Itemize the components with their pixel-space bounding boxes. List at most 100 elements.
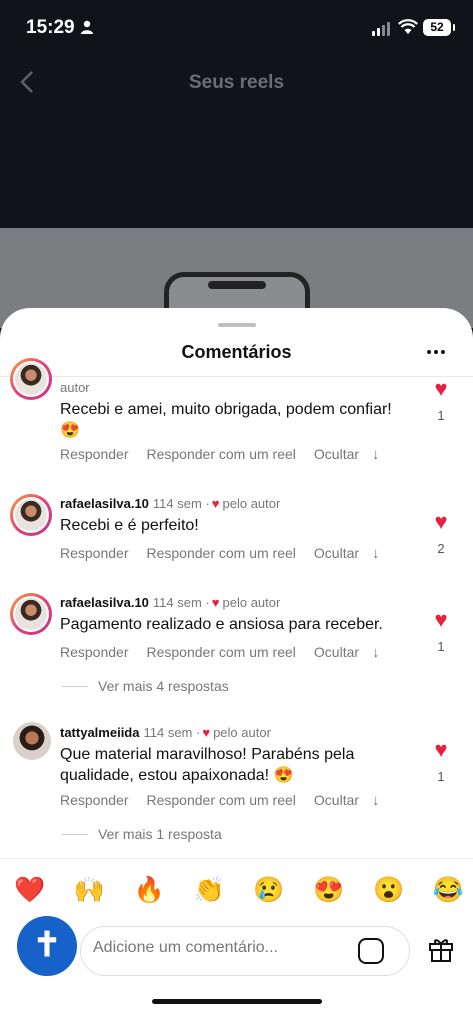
comment-actions: Responder Responder com um reel Ocultar … — [60, 545, 398, 562]
battery-indicator: 52 — [423, 19, 455, 36]
comment-meta: rafaelasilva.10 114 sem · ♥ pelo autor — [60, 595, 280, 610]
author-label: pelo autor — [222, 496, 281, 511]
reply-button[interactable]: Responder — [60, 644, 129, 661]
like-count: 1 — [437, 769, 445, 784]
emoji-fire[interactable]: 🔥 — [134, 876, 165, 905]
emoji-clap[interactable]: 👏 — [193, 876, 224, 905]
divider — [0, 858, 473, 859]
hide-button[interactable]: Ocultar — [314, 545, 359, 562]
avatar[interactable] — [10, 593, 52, 635]
reply-reel-button[interactable]: Responder com um reel — [147, 644, 296, 661]
emoji-heart[interactable]: ❤️ — [14, 876, 45, 905]
comment-text: Que material maravilhoso! Parabéns pela q… — [60, 744, 410, 786]
separator: · — [205, 496, 210, 511]
emoji-bar: ❤️ 🙌 🔥 👏 😢 😍 😮 😂 — [14, 876, 464, 905]
like-button[interactable]: ♥ 2 — [428, 511, 454, 557]
like-button[interactable]: ♥ 1 — [428, 609, 454, 655]
comment-time: 114 sem — [152, 496, 202, 511]
hide-button[interactable]: Ocultar — [314, 644, 359, 661]
comment-text: Pagamento realizado e ansiosa para receb… — [60, 616, 383, 633]
status-bar: 15:29 52 — [0, 0, 473, 58]
avatar[interactable] — [13, 722, 51, 760]
reply-button[interactable]: Responder — [60, 446, 129, 463]
user-avatar: ✝ — [17, 916, 77, 976]
sheet-handle[interactable] — [218, 323, 256, 327]
heart-icon: ♥ — [211, 595, 220, 610]
heart-icon[interactable]: ♥ — [428, 378, 454, 400]
like-count: 1 — [437, 639, 445, 654]
page-title: Seus reels — [188, 72, 285, 93]
wifi-icon — [398, 19, 418, 34]
comment-time: 114 sem — [152, 595, 202, 610]
avatar[interactable] — [10, 358, 52, 400]
comment-meta: rafaelasilva.10 114 sem · ♥ pelo autor — [60, 496, 280, 511]
comments-sheet: Comentários autor Recebi e amei, muito o… — [0, 308, 473, 1024]
comment-username[interactable]: tattyalmeiida — [60, 725, 139, 740]
reply-reel-button[interactable]: Responder com um reel — [147, 545, 296, 562]
view-more-replies-label[interactable]: Ver mais 1 resposta — [98, 826, 222, 842]
separator: · — [196, 725, 201, 740]
thumbnail-notch — [208, 281, 266, 289]
comment-text-line: Recebi e amei, muito obrigada, podem con… — [60, 401, 392, 418]
arrow-down-icon[interactable]: ↓ — [372, 545, 380, 562]
comment-text-line: qualidade, estou apaixonada! 😍 — [60, 767, 294, 784]
more-options-icon[interactable] — [427, 350, 445, 354]
comment-actions: Responder Responder com um reel Ocultar … — [60, 644, 398, 661]
reel-header: Seus reels — [0, 58, 473, 108]
emoji-laughing[interactable]: 😂 — [433, 876, 464, 905]
reply-button[interactable]: Responder — [60, 792, 129, 809]
separator: · — [205, 595, 210, 610]
divider — [0, 376, 473, 377]
like-count: 1 — [437, 408, 445, 423]
comment-text: Recebi e é perfeito! — [60, 517, 199, 534]
emoji-crying[interactable]: 😢 — [253, 876, 284, 905]
emoji-surprised[interactable]: 😮 — [373, 876, 404, 905]
arrow-down-icon[interactable]: ↓ — [372, 446, 380, 463]
view-more-replies-label[interactable]: Ver mais 4 respostas — [98, 678, 229, 694]
avatar[interactable] — [10, 494, 52, 536]
gift-icon[interactable] — [428, 935, 454, 963]
comment-time: 114 sem — [143, 725, 193, 740]
reply-reel-button[interactable]: Responder com um reel — [147, 792, 296, 809]
signal-icon — [372, 22, 390, 36]
arrow-down-icon[interactable]: ↓ — [372, 792, 380, 809]
reply-reel-button[interactable]: Responder com um reel — [147, 446, 296, 463]
comment-input[interactable] — [93, 939, 343, 957]
hide-button[interactable]: Ocultar — [314, 446, 359, 463]
author-label: pelo autor — [222, 595, 281, 610]
hide-button[interactable]: Ocultar — [314, 792, 359, 809]
heart-icon: ♥ — [211, 496, 220, 511]
divider — [62, 685, 88, 687]
comment-composer — [80, 926, 410, 976]
comment-username[interactable]: rafaelasilva.10 — [60, 496, 149, 511]
heart-icon[interactable]: ♥ — [428, 609, 454, 631]
emoji-raised-hands[interactable]: 🙌 — [74, 876, 105, 905]
home-indicator — [152, 999, 322, 1004]
status-time: 15:29 — [26, 17, 75, 38]
view-more-replies[interactable]: Ver mais 1 resposta — [62, 826, 222, 842]
comment-text: Recebi e amei, muito obrigada, podem con… — [60, 399, 410, 441]
sticker-icon[interactable] — [358, 938, 384, 964]
arrow-down-icon[interactable]: ↓ — [372, 644, 380, 661]
author-label: pelo autor — [213, 725, 271, 740]
reply-button[interactable]: Responder — [60, 545, 129, 562]
author-label: autor — [60, 380, 90, 395]
like-button[interactable]: ♥ 1 — [428, 378, 454, 424]
comment-actions: Responder Responder com um reel Ocultar … — [60, 446, 398, 463]
comment-text-line: 😍 — [60, 422, 80, 439]
heart-icon[interactable]: ♥ — [428, 739, 454, 761]
like-button[interactable]: ♥ 1 — [428, 739, 454, 785]
comment-meta: autor — [60, 380, 90, 395]
comment-actions: Responder Responder com um reel Ocultar … — [60, 792, 398, 809]
comment-text-line: Que material maravilhoso! Parabéns pela — [60, 746, 355, 763]
divider — [62, 833, 88, 835]
person-icon — [81, 20, 93, 34]
like-count: 2 — [437, 541, 445, 556]
heart-icon[interactable]: ♥ — [428, 511, 454, 533]
comment-meta: tattyalmeiida 114 sem · ♥ pelo autor — [60, 725, 271, 740]
view-more-replies[interactable]: Ver mais 4 respostas — [62, 678, 229, 694]
comment-username[interactable]: rafaelasilva.10 — [60, 595, 149, 610]
heart-icon: ♥ — [202, 725, 211, 740]
emoji-heart-eyes[interactable]: 😍 — [313, 876, 344, 905]
sheet-title: Comentários — [181, 342, 292, 362]
